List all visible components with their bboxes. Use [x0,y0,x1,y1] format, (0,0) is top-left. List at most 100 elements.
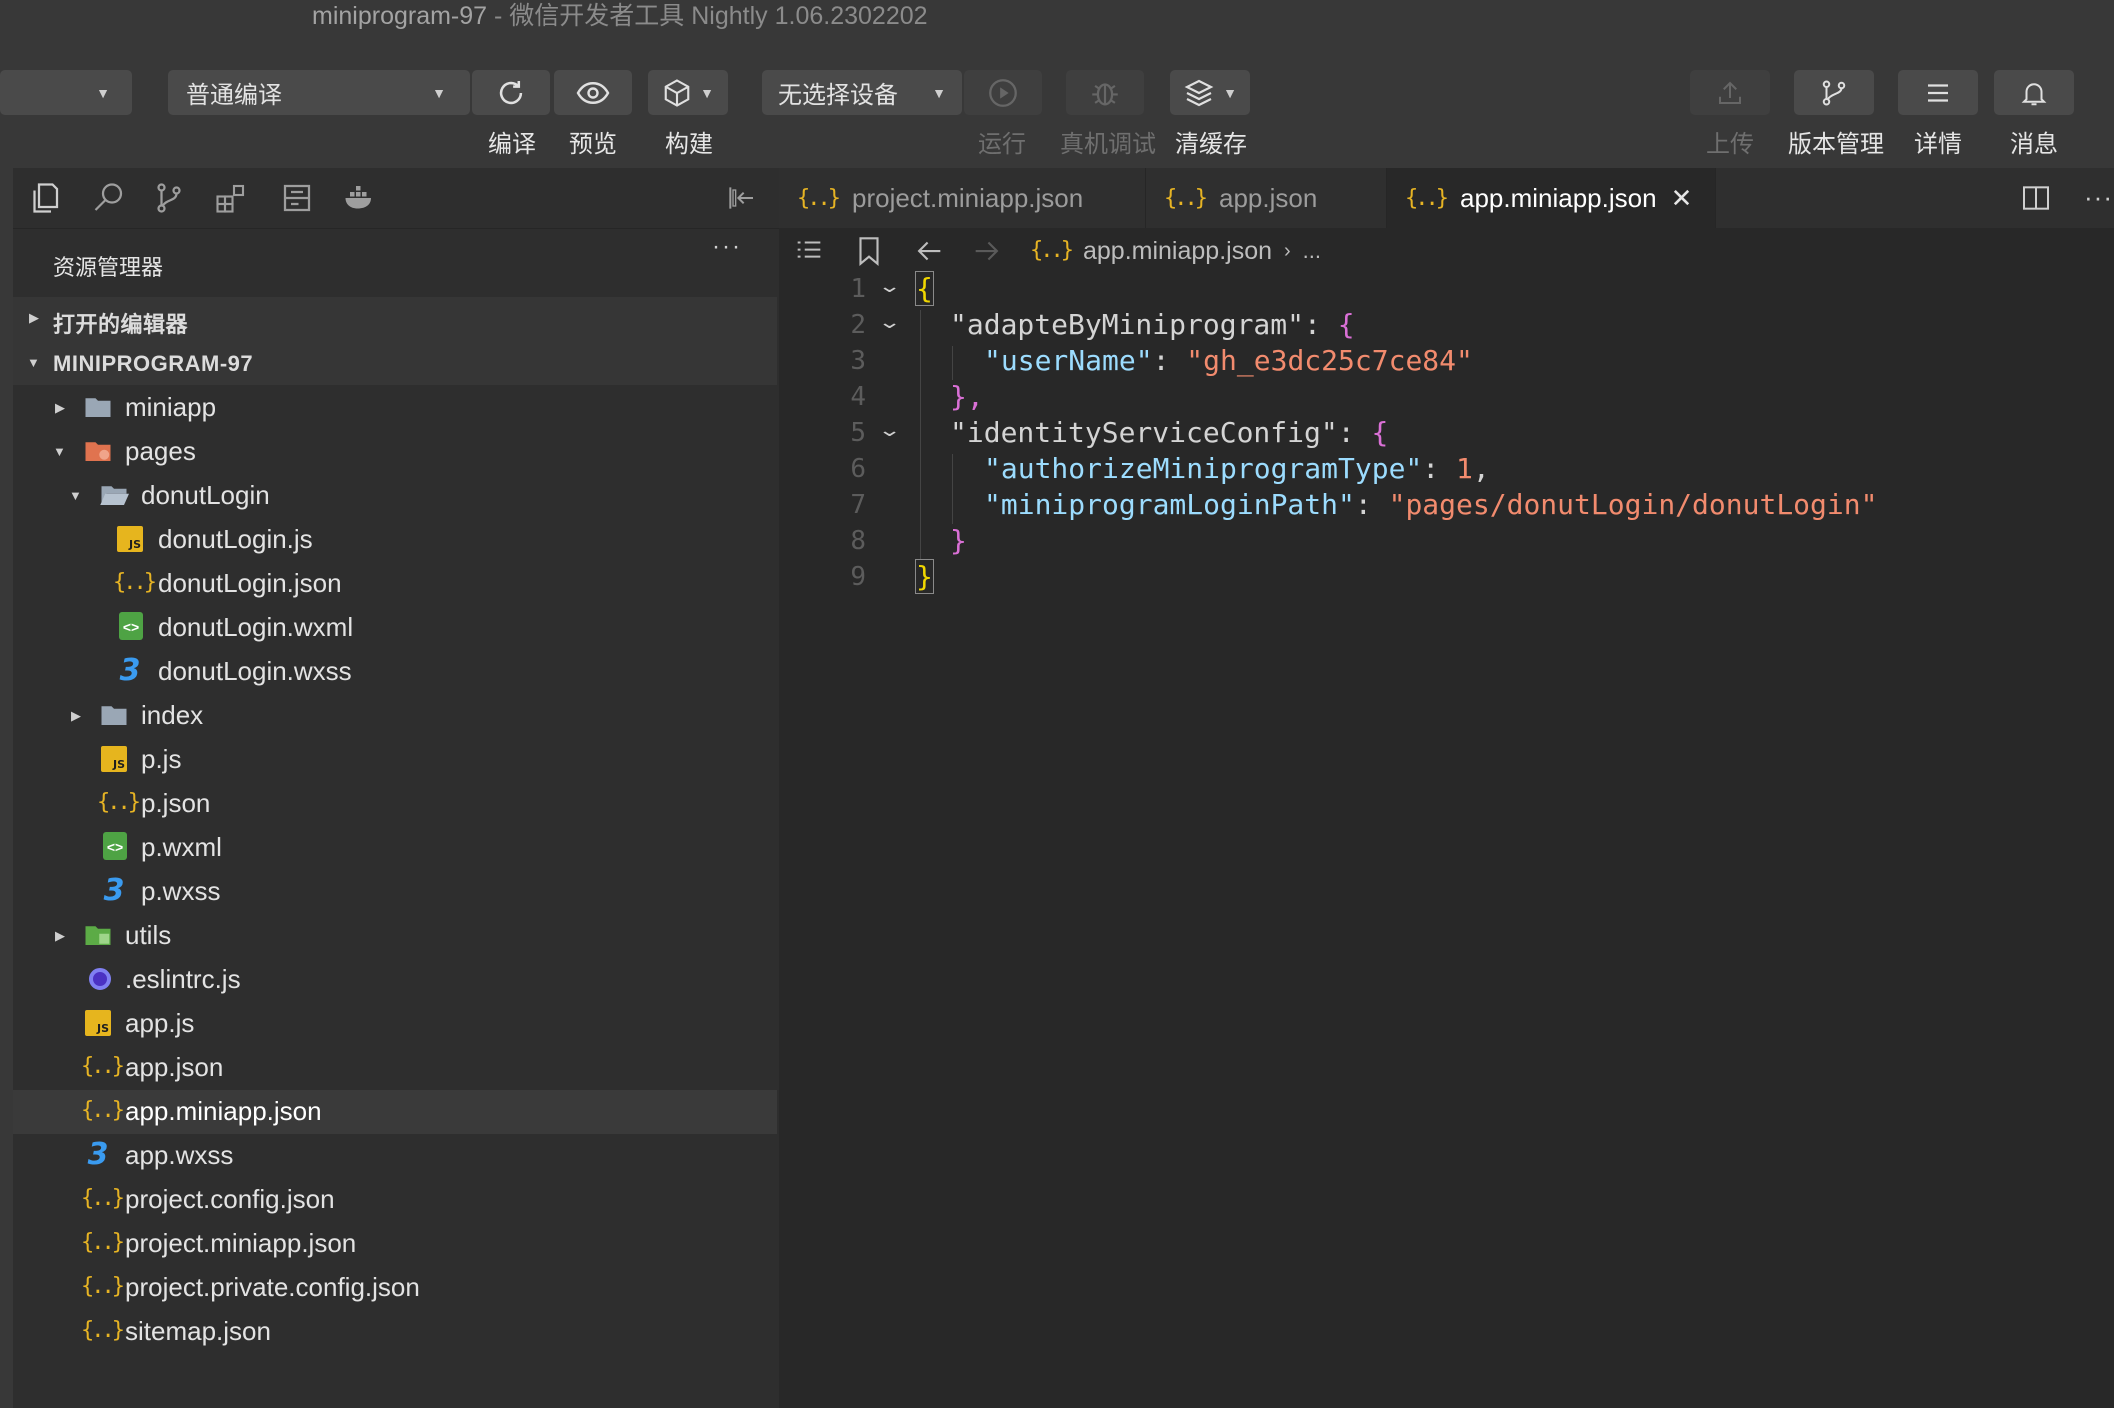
simulator-mode-dropdown[interactable]: ▼ [0,70,132,115]
docker-icon[interactable] [341,180,377,216]
chevron-right-icon: ▶ [29,310,39,325]
storage-icon[interactable] [279,180,315,216]
tree-folder-pages[interactable]: ▼ pages [13,430,777,474]
layers-icon [1184,79,1214,106]
tree-folder-donutlogin[interactable]: ▼ donutLogin [13,474,777,518]
tree-file-project-miniapp-json[interactable]: {..} project.miniapp.json [13,1222,777,1266]
build-button[interactable]: ▼ [648,70,728,115]
line-number: 5 [850,418,866,448]
fold-chevron-icon[interactable]: ⌄ [877,312,901,333]
tree-item-label: sitemap.json [125,1316,271,1346]
run-label: 运行 [978,131,1026,158]
compile-label: 编译 [488,131,536,158]
close-icon[interactable]: ✕ [1671,183,1693,214]
punct: , [1472,452,1490,485]
tab-app-miniapp-json[interactable]: {..} app.miniapp.json ✕ [1387,168,1716,228]
tab-label: app.miniapp.json [1459,182,1657,213]
folder-icon [101,706,127,725]
tab-project-miniapp-json[interactable]: {..} project.miniapp.json [779,168,1146,228]
json-key: "miniprogramLoginPath" [984,488,1355,521]
tree-file-p-json[interactable]: {..} p.json [13,782,777,826]
collapse-panel-icon[interactable] [725,180,757,216]
messages-label: 消息 [2010,131,2058,158]
folder-open-icon [100,486,129,505]
bookmark-icon[interactable] [852,234,886,268]
tree-file-project-config-json[interactable]: {..} project.config.json [13,1178,777,1222]
compile-mode-select[interactable]: 普通编译 ▼ [168,70,470,115]
pages-folder-icon [85,442,111,461]
tree-file-donutlogin-json[interactable]: {..} donutLogin.json [13,562,777,606]
tab-label: project.miniapp.json [851,182,1084,213]
upload-icon [1719,81,1741,104]
tree-file-sitemap-json[interactable]: {..} sitemap.json [13,1310,777,1354]
tree-item-label: app.wxss [125,1140,234,1170]
tree-file-donutlogin-wxss[interactable]: 3 donutLogin.wxss [13,650,777,694]
tree-file-eslintrc[interactable]: .eslintrc.js [13,958,777,1002]
chevron-down-icon: ▼ [700,84,714,101]
tree-item-label: p.wxml [141,832,222,862]
json-number: 1 [1456,452,1473,485]
tab-app-json[interactable]: {..} app.json [1146,168,1387,228]
tree-file-donutlogin-wxml[interactable]: <> donutLogin.wxml [13,606,777,650]
tree-folder-utils[interactable]: ▶ utils [13,914,777,958]
bracket: { [1371,416,1389,449]
tree-file-p-wxml[interactable]: <> p.wxml [13,826,777,870]
search-icon[interactable] [91,180,127,216]
tree-file-app-js[interactable]: JS app.js [13,1002,777,1046]
tree-folder-miniapp[interactable]: ▶ miniapp [13,386,777,430]
chevron-down-icon: ▼ [1223,84,1237,101]
json-file-icon: {..} [97,790,141,815]
js-file-icon: JS [101,746,127,772]
run-button[interactable] [964,70,1042,115]
indent-guide [952,454,953,524]
bracket: { [915,271,934,306]
open-editors-section[interactable]: ▶ 打开的编辑器 [13,297,777,341]
arrow-left-icon[interactable] [912,234,946,268]
breadcrumb-tail[interactable]: ... [1303,238,1321,264]
arrow-right-icon[interactable] [970,234,1004,268]
more-icon[interactable]: ··· [712,235,742,259]
tree-item-label: miniapp [125,392,217,422]
source-control-icon[interactable] [151,180,187,216]
json-key: "userName" [984,344,1153,377]
fold-chevron-icon[interactable]: ⌄ [877,420,901,441]
fold-chevron-icon[interactable]: ⌄ [877,276,901,297]
tree-file-app-json[interactable]: {..} app.json [13,1046,777,1090]
explorer-title: 资源管理器 [53,255,164,280]
tree-file-app-wxss[interactable]: 3 app.wxss [13,1134,777,1178]
tree-folder-index[interactable]: ▶ index [13,694,777,738]
outline-list-icon[interactable] [792,234,826,268]
tree-file-app-miniapp-json[interactable]: {..} app.miniapp.json [13,1090,777,1134]
code-line-2: "adapteByMiniprogram": { [950,308,1355,341]
tree-file-p-wxss[interactable]: 3 p.wxss [13,870,777,914]
breadcrumb-file[interactable]: app.miniapp.json [1083,237,1272,266]
clear-cache-button[interactable]: ▼ [1170,70,1250,115]
more-actions-icon[interactable]: ··· [2084,182,2113,213]
preview-label: 预览 [569,131,617,158]
js-file-icon: JS [117,526,143,552]
version-manage-button[interactable] [1794,70,1874,115]
device-debug-label: 真机调试 [1060,131,1156,158]
preview-button[interactable] [554,70,632,115]
code-line-4: }, [950,380,984,413]
messages-button[interactable] [1994,70,2074,115]
split-editor-icon[interactable] [2020,182,2052,214]
device-debug-button[interactable] [1066,70,1144,115]
play-icon [989,78,1017,107]
menu-icon [1928,83,1948,102]
upload-button[interactable] [1690,70,1770,115]
line-number: 1 [850,274,866,304]
device-select[interactable]: 无选择设备 ▼ [762,70,962,115]
tree-item-label: utils [125,920,172,950]
tree-file-p-js[interactable]: JS p.js [13,738,777,782]
tree-item-label: donutLogin.wxss [158,656,352,686]
project-root-section[interactable]: ▼ MINIPROGRAM-97 [13,341,777,385]
tree-file-donutlogin-js[interactable]: JS donutLogin.js [13,518,777,562]
details-button[interactable] [1898,70,1978,115]
compile-button[interactable] [472,70,550,115]
extensions-icon[interactable] [213,180,249,216]
app-title: - 微信开发者工具 Nightly 1.06.2302202 [494,2,928,30]
tab-label: app.json [1218,182,1318,213]
files-icon[interactable] [27,180,63,216]
tree-file-project-private-config-json[interactable]: {..} project.private.config.json [13,1266,777,1310]
